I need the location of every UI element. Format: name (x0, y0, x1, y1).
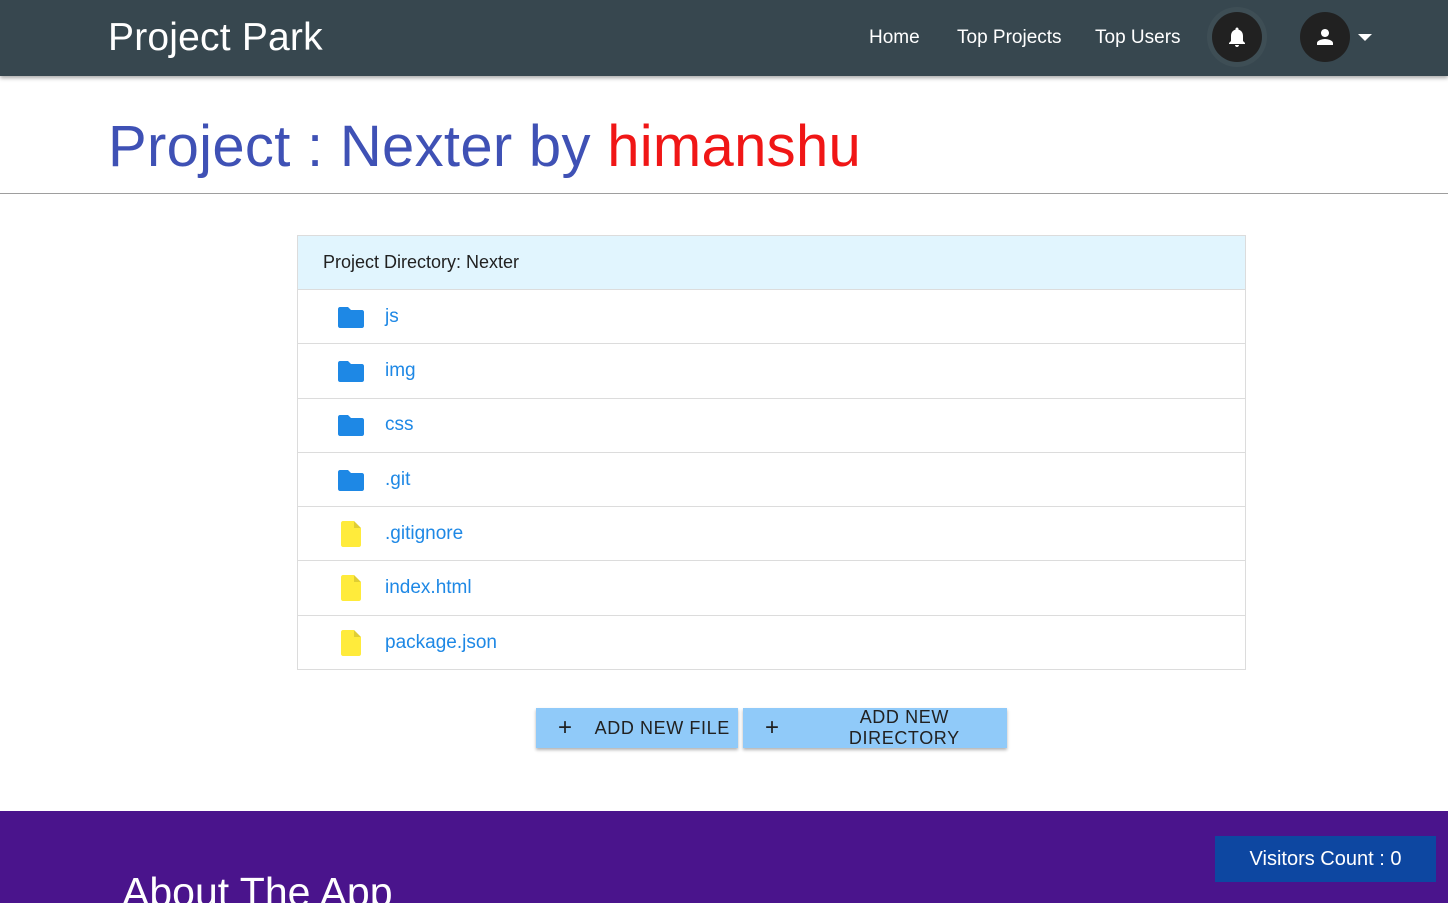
directory-list: js img css .git .gitignore index.html package.… (298, 290, 1245, 670)
bell-icon (1229, 27, 1245, 47)
folder-icon (338, 358, 364, 384)
folder-icon (338, 412, 364, 438)
visitors-count-badge: Visitors Count : 0 (1215, 836, 1436, 882)
title-divider (0, 193, 1448, 194)
plus-icon: + (558, 714, 573, 741)
nav-link-home[interactable]: Home (869, 26, 920, 50)
file-icon (338, 575, 364, 602)
user-icon (1317, 29, 1333, 45)
page-title: Project : Nexter by himanshu (108, 112, 861, 182)
add-new-file-button[interactable]: + ADD NEW FILE (536, 708, 738, 748)
directory-row-folder[interactable]: img (298, 344, 1245, 399)
folder-icon (338, 304, 364, 330)
nav-link-top-projects[interactable]: Top Projects (957, 26, 1062, 50)
directory-row-folder[interactable]: css (298, 399, 1245, 453)
directory-row-folder[interactable]: .git (298, 453, 1245, 508)
directory-row-file[interactable]: index.html (298, 561, 1245, 616)
project-title-prefix: Project : Nexter by (108, 114, 591, 179)
add-new-directory-label: ADD NEW DIRECTORY (848, 707, 960, 748)
footer: About The App Visitors Count : 0 (0, 811, 1448, 915)
about-app-heading: About The App (122, 869, 393, 915)
project-directory-card: Project Directory: Nexter js img css .git .g… (297, 235, 1246, 670)
account-button[interactable] (1300, 12, 1350, 62)
directory-item-link[interactable]: .git (385, 469, 410, 491)
file-icon (338, 520, 364, 547)
brand-logo-link[interactable]: Project Park (108, 14, 323, 62)
add-new-file-label: ADD NEW FILE (594, 717, 730, 738)
top-navbar: Project Park Home Top Projects Top Users (0, 0, 1448, 76)
notifications-button[interactable] (1212, 12, 1262, 62)
directory-item-link[interactable]: .gitignore (385, 523, 463, 545)
add-new-directory-button[interactable]: + ADD NEW DIRECTORY (743, 707, 1007, 748)
directory-item-link[interactable]: css (385, 414, 414, 436)
directory-item-link[interactable]: js (385, 306, 399, 328)
directory-item-link[interactable]: index.html (385, 577, 472, 599)
nav-link-top-users[interactable]: Top Users (1095, 26, 1181, 50)
directory-row-file[interactable]: .gitignore (298, 507, 1245, 562)
plus-icon: + (765, 714, 780, 741)
directory-row-file[interactable]: package.json (298, 616, 1245, 670)
directory-item-link[interactable]: package.json (385, 632, 497, 654)
directory-header: Project Directory: Nexter (298, 236, 1245, 290)
folder-icon (338, 467, 364, 493)
directory-row-folder[interactable]: js (298, 290, 1245, 345)
project-owner-name[interactable]: himanshu (607, 114, 861, 179)
account-dropdown-caret-icon[interactable] (1358, 34, 1372, 41)
file-icon (338, 629, 364, 656)
directory-item-link[interactable]: img (385, 360, 416, 382)
